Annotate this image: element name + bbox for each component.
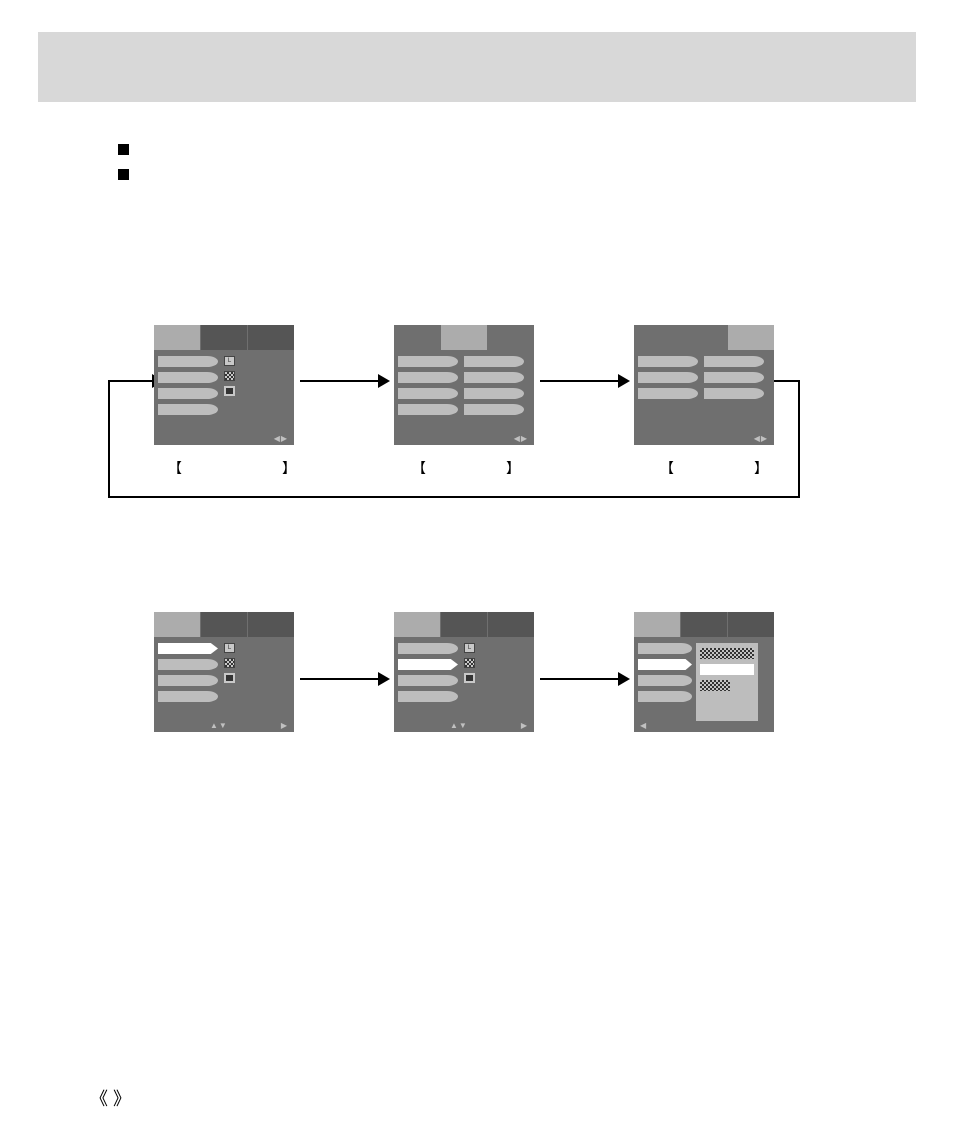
- bracket-label-3: [660, 458, 768, 478]
- option-selected: [700, 664, 754, 675]
- option-3: [700, 680, 730, 691]
- nav-right-4: ▶: [281, 721, 288, 730]
- tab-1c: [634, 325, 680, 350]
- header-band: [38, 32, 916, 102]
- bracket-label-1: [168, 458, 296, 478]
- nav-updown-4: ▲▼: [210, 721, 228, 730]
- bullet-list: [118, 144, 129, 194]
- tab-2: [201, 325, 247, 350]
- arrow-2-3: [540, 380, 620, 382]
- nav-updown-5: ▲▼: [450, 721, 468, 730]
- loop-vert-right: [798, 380, 800, 498]
- size-L-icon-4: L: [224, 643, 235, 653]
- loop-horz-entry: [108, 380, 154, 382]
- tab-1d: [154, 612, 200, 637]
- tab-2f: [681, 612, 727, 637]
- tab-2c: [681, 325, 727, 350]
- menu-screen-1: L ◀▶: [154, 325, 294, 445]
- selected-row-5: [398, 659, 458, 670]
- menu-screen-3: ◀▶: [634, 325, 774, 445]
- right-rows-3: [704, 356, 764, 404]
- icon-column: L: [224, 356, 240, 401]
- left-rows-2: [398, 356, 458, 420]
- menu-screen-2: ◀▶: [394, 325, 534, 445]
- arrow-4-5: [300, 678, 380, 680]
- left-rows-4: [158, 643, 218, 707]
- menu-screen-6: ◀: [634, 612, 774, 732]
- menu-screen-5: L ▲▼ ▶: [394, 612, 534, 732]
- bullet-2: [118, 169, 129, 180]
- left-rows: [158, 356, 218, 420]
- solid-icon-5: [464, 673, 475, 683]
- bracket-label-2: [412, 458, 520, 478]
- tab-1: [154, 325, 200, 350]
- loop-exit: [774, 380, 800, 382]
- arrow-1-2: [300, 380, 380, 382]
- tab-3e: [488, 612, 534, 637]
- tab-2b: [441, 325, 487, 350]
- page-marker: 《 》: [90, 1085, 131, 1111]
- nav-indicator-3: ◀▶: [754, 434, 768, 443]
- dots-icon-5: [464, 658, 475, 668]
- tab-1f: [634, 612, 680, 637]
- tabs-1: [154, 325, 294, 350]
- tab-1e: [394, 612, 440, 637]
- tabs-2: [394, 325, 534, 350]
- size-L-icon-5: L: [464, 643, 475, 653]
- bullet-1: [118, 144, 129, 155]
- nav-left-6: ◀: [640, 721, 647, 730]
- selected-row-6: [638, 659, 692, 670]
- options-panel: [696, 643, 758, 721]
- tab-3b: [488, 325, 534, 350]
- icon-column-5: L: [464, 643, 480, 688]
- tab-2e: [441, 612, 487, 637]
- icon-column-4: L: [224, 643, 240, 688]
- tabs-3: [634, 325, 774, 350]
- menu-screen-4: L ▲▼ ▶: [154, 612, 294, 732]
- dots-icon: [224, 371, 235, 381]
- left-rows-3: [638, 356, 698, 404]
- tab-2d: [201, 612, 247, 637]
- tabs-4: [154, 612, 294, 637]
- loop-horz-bottom: [108, 496, 800, 498]
- tab-1b: [394, 325, 440, 350]
- tab-3: [248, 325, 294, 350]
- size-L-icon: L: [224, 356, 235, 366]
- arrow-5-6: [540, 678, 620, 680]
- tab-3c: [728, 325, 774, 350]
- dots-icon-4: [224, 658, 235, 668]
- tabs-5: [394, 612, 534, 637]
- option-1: [700, 648, 754, 659]
- left-rows-6: [638, 643, 692, 707]
- nav-right-5: ▶: [521, 721, 528, 730]
- left-rows-5: [398, 643, 458, 707]
- tab-3f: [728, 612, 774, 637]
- solid-icon-4: [224, 673, 235, 683]
- right-rows-2: [464, 356, 524, 420]
- solid-icon: [224, 386, 235, 396]
- loop-vert-left: [108, 380, 110, 498]
- selected-row-4: [158, 643, 218, 654]
- nav-indicator-2: ◀▶: [514, 434, 528, 443]
- tab-3d: [248, 612, 294, 637]
- tabs-6: [634, 612, 774, 637]
- nav-indicator: ◀▶: [274, 434, 288, 443]
